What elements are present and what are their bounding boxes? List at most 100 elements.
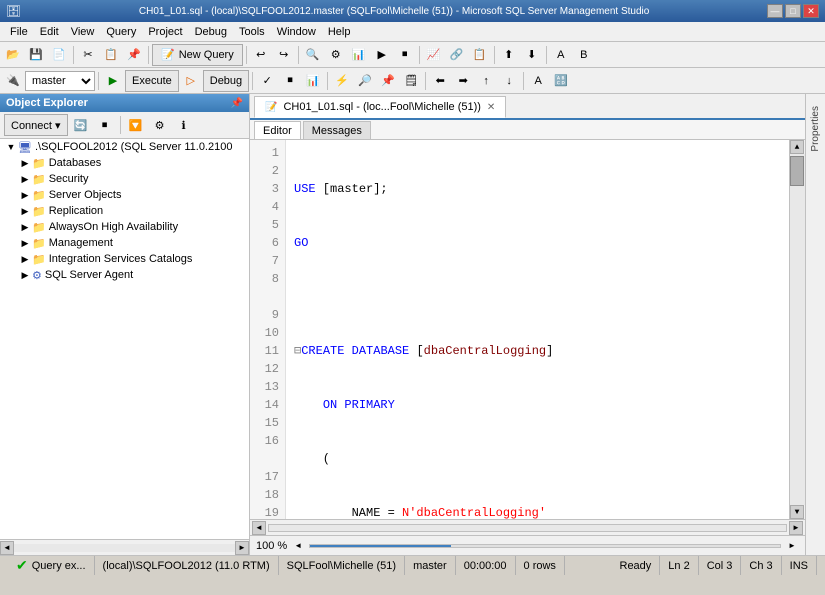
- tb-btn-misc7[interactable]: 📋: [469, 44, 491, 66]
- misc-tb-btn9[interactable]: A: [527, 70, 549, 92]
- undo-button[interactable]: ↩: [250, 44, 272, 66]
- main-tab[interactable]: 📝 CH01_L01.sql - (loc...Fool\Michelle (5…: [254, 96, 506, 118]
- menu-file[interactable]: File: [4, 24, 34, 40]
- connect-button[interactable]: 🔌: [2, 70, 24, 92]
- oe-management-node[interactable]: ▶ 📁 Management: [0, 235, 249, 251]
- oe-security-node[interactable]: ▶ 📁 Security: [0, 171, 249, 187]
- oe-info-button[interactable]: ℹ: [173, 114, 195, 136]
- oe-databases-node[interactable]: ▶ 📁 Databases: [0, 155, 249, 171]
- misc-tb-btn8[interactable]: ↓: [498, 70, 520, 92]
- close-button[interactable]: ✕: [803, 4, 819, 18]
- misc-tb-btn10[interactable]: 🔠: [550, 70, 572, 92]
- connect-btn[interactable]: Connect ▾: [4, 114, 68, 136]
- oe-integration-node[interactable]: ▶ 📁 Integration Services Catalogs: [0, 251, 249, 267]
- menu-debug[interactable]: Debug: [189, 24, 233, 40]
- menu-project[interactable]: Project: [142, 24, 188, 40]
- find-button[interactable]: 🔍: [302, 44, 324, 66]
- oe-alwayson-node[interactable]: ▶ 📁 AlwaysOn High Availability: [0, 219, 249, 235]
- databases-expand-icon[interactable]: ▶: [18, 156, 32, 170]
- ln7: 7: [256, 252, 279, 270]
- menu-window[interactable]: Window: [271, 24, 322, 40]
- misc-tb-btn3[interactable]: 📌: [377, 70, 399, 92]
- paste-button[interactable]: 📌: [123, 44, 145, 66]
- oe-server-objects-node[interactable]: ▶ 📁 Server Objects: [0, 187, 249, 203]
- properties-label[interactable]: Properties: [810, 106, 821, 152]
- parse-button[interactable]: ✓: [256, 70, 278, 92]
- tb-btn-misc2[interactable]: 📊: [348, 44, 370, 66]
- tb-btn-misc6[interactable]: 🔗: [446, 44, 468, 66]
- server-expand-icon[interactable]: ▼: [4, 140, 18, 154]
- tb-btn-misc4[interactable]: ⏹: [394, 44, 416, 66]
- sqlagent-expand-icon[interactable]: ▶: [18, 268, 32, 282]
- misc-tb-btn4[interactable]: 🗒: [400, 70, 422, 92]
- oe-settings-button[interactable]: ⚙: [149, 114, 171, 136]
- ln1: 1: [256, 144, 279, 162]
- scroll-down-button[interactable]: ▼: [790, 505, 804, 519]
- tb-btn-misc3[interactable]: ▶: [371, 44, 393, 66]
- code-content[interactable]: USE [master]; GO ⊟CREATE DATABASE [dbaCe…: [286, 140, 789, 519]
- redo-button[interactable]: ↪: [273, 44, 295, 66]
- oe-server-node[interactable]: ▼ 🖥 .\SQLFOOL2012 (SQL Server 11.0.2100: [0, 139, 249, 155]
- misc-tb-btn7[interactable]: ↑: [475, 70, 497, 92]
- oe-stop-button[interactable]: ⏹: [94, 114, 116, 136]
- save-button[interactable]: 💾: [25, 44, 47, 66]
- menu-view[interactable]: View: [65, 24, 101, 40]
- status-rows: 0 rows: [516, 556, 565, 575]
- editor-scrollbar[interactable]: ▲ ▼: [789, 140, 805, 519]
- scroll-right-button[interactable]: ►: [789, 521, 803, 535]
- code-editor[interactable]: 1 2 3 4 5 6 7 8 8 9 10 11 12 13 14 15 16…: [250, 140, 805, 519]
- copy-button[interactable]: 📋: [100, 44, 122, 66]
- database-select[interactable]: master: [25, 71, 95, 91]
- zoom-slider[interactable]: [309, 544, 781, 548]
- cut-button[interactable]: ✂: [77, 44, 99, 66]
- misc-tb-btn1[interactable]: ⚡: [331, 70, 353, 92]
- menu-help[interactable]: Help: [322, 24, 357, 40]
- misc-tb-btn6[interactable]: ➡: [452, 70, 474, 92]
- scroll-track-vertical[interactable]: [790, 154, 805, 505]
- oe-refresh-button[interactable]: 🔄: [70, 114, 92, 136]
- scroll-thumb-vertical[interactable]: [790, 156, 804, 186]
- oe-replication-node[interactable]: ▶ 📁 Replication: [0, 203, 249, 219]
- debug-button[interactable]: Debug: [203, 70, 249, 92]
- scroll-up-button[interactable]: ▲: [790, 140, 804, 154]
- new-query-button[interactable]: 📝 New Query: [152, 44, 243, 66]
- security-expand-icon[interactable]: ▶: [18, 172, 32, 186]
- tb-btn-misc1[interactable]: ⚙: [325, 44, 347, 66]
- tab-editor[interactable]: Editor: [254, 121, 301, 139]
- save-all-button[interactable]: 📄: [48, 44, 70, 66]
- misc-tb-btn5[interactable]: ⬅: [429, 70, 451, 92]
- integration-expand-icon[interactable]: ▶: [18, 252, 32, 266]
- oe-scroll-track[interactable]: [14, 544, 235, 552]
- oe-scroll-right[interactable]: ►: [235, 541, 249, 555]
- misc-tb-btn2[interactable]: 🔎: [354, 70, 376, 92]
- management-expand-icon[interactable]: ▶: [18, 236, 32, 250]
- menu-edit[interactable]: Edit: [34, 24, 65, 40]
- oe-sqlagent-node[interactable]: ▶ ⚙ SQL Server Agent: [0, 267, 249, 283]
- code-line-3: [294, 288, 781, 306]
- tb-btn-misc9[interactable]: ⬇: [521, 44, 543, 66]
- tab-close-button[interactable]: ✕: [487, 102, 495, 113]
- oe-scroll-bottom: ◄ ►: [0, 539, 249, 555]
- menu-tools[interactable]: Tools: [233, 24, 271, 40]
- stop-button[interactable]: ⏹: [279, 70, 301, 92]
- results-button[interactable]: 📊: [302, 70, 324, 92]
- scroll-left-button[interactable]: ◄: [252, 521, 266, 535]
- oe-scroll-left[interactable]: ◄: [0, 541, 14, 555]
- tb-btn-misc11[interactable]: B: [573, 44, 595, 66]
- execute-button[interactable]: Execute: [125, 70, 179, 92]
- alwayson-expand-icon[interactable]: ▶: [18, 220, 32, 234]
- maximize-button[interactable]: □: [785, 4, 801, 18]
- menu-query[interactable]: Query: [100, 24, 142, 40]
- zoom-left-button[interactable]: ◄: [291, 539, 305, 553]
- open-file-button[interactable]: 📂: [2, 44, 24, 66]
- server-objects-expand-icon[interactable]: ▶: [18, 188, 32, 202]
- zoom-right-button[interactable]: ►: [785, 539, 799, 553]
- minimize-button[interactable]: —: [767, 4, 783, 18]
- tb-btn-misc8[interactable]: ⬆: [498, 44, 520, 66]
- tb-btn-misc5[interactable]: 📈: [423, 44, 445, 66]
- tab-messages[interactable]: Messages: [303, 121, 371, 139]
- oe-filter-button[interactable]: 🔽: [125, 114, 147, 136]
- tb-btn-misc10[interactable]: A: [550, 44, 572, 66]
- replication-expand-icon[interactable]: ▶: [18, 204, 32, 218]
- scroll-track-horizontal[interactable]: [268, 524, 787, 532]
